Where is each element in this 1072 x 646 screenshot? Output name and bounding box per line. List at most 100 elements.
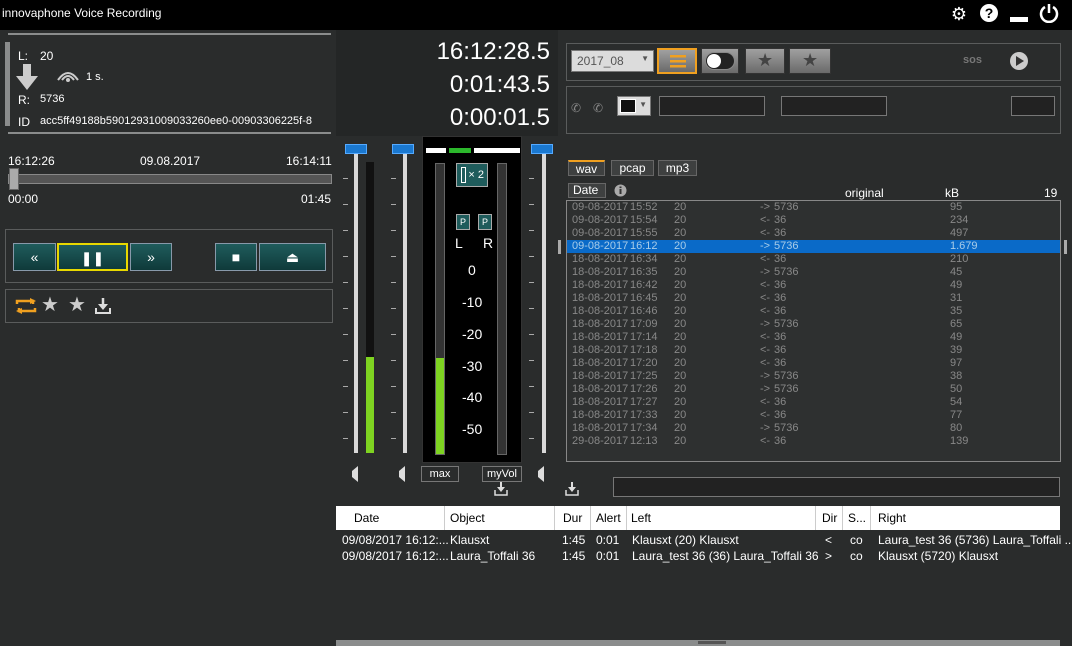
note-input[interactable] <box>613 477 1060 497</box>
list-item[interactable]: 09-08-2017 15:52 20 -> 5736 95 <box>567 201 1060 214</box>
play-circle-icon[interactable] <box>1009 51 1029 74</box>
col-dir[interactable]: Dir <box>822 511 837 525</box>
col-alert[interactable]: Alert <box>596 511 621 525</box>
list-item[interactable]: 18-08-2017 17:25 20 -> 5736 38 <box>567 370 1060 383</box>
repeat-icon[interactable] <box>15 297 37 320</box>
fader-knob[interactable] <box>345 144 367 154</box>
power-icon[interactable] <box>1038 3 1060 25</box>
fader-knob[interactable] <box>392 144 414 154</box>
search-input[interactable] <box>659 96 765 116</box>
fader-tick <box>343 282 348 283</box>
myvol-button[interactable]: myVol <box>482 466 522 482</box>
col-date[interactable]: Date <box>354 511 379 525</box>
col-right[interactable]: Right <box>878 511 906 525</box>
help-icon[interactable]: ? <box>978 3 1000 25</box>
list-item[interactable]: 18-08-2017 17:27 20 <- 36 54 <box>567 396 1060 409</box>
fader-track[interactable] <box>542 148 546 453</box>
month-select[interactable]: 2017_08 ▼ <box>571 50 654 72</box>
col-object[interactable]: Object <box>450 511 485 525</box>
list-item[interactable]: 09-08-2017 15:55 20 <- 36 497 <box>567 227 1060 240</box>
fader-knob[interactable] <box>531 144 553 154</box>
star-outline-icon[interactable]: ★ <box>68 294 86 316</box>
col-s[interactable]: S... <box>848 511 866 525</box>
list-item[interactable]: 18-08-2017 17:20 20 <- 36 97 <box>567 357 1060 370</box>
col-left[interactable]: Left <box>631 511 651 525</box>
fader-tick <box>391 412 396 413</box>
max-button[interactable]: max <box>421 466 459 482</box>
table-cell-right: Laura_test 36 (5736) Laura_Toffali ... <box>878 533 1072 547</box>
fader-tick <box>343 230 348 231</box>
phone-filter-icon[interactable]: ✆ <box>593 101 603 115</box>
search-input[interactable] <box>1011 96 1055 116</box>
list-item[interactable]: 18-08-2017 17:18 20 <- 36 39 <box>567 344 1060 357</box>
phone-filter-icon[interactable]: ✆ <box>571 101 581 115</box>
tab-pcap[interactable]: pcap <box>611 160 654 176</box>
search-input[interactable] <box>781 96 887 116</box>
scrollbar-grip[interactable] <box>698 641 726 644</box>
list-item[interactable]: 18-08-2017 16:46 20 <- 36 35 <box>567 305 1060 318</box>
p-button-left[interactable]: P <box>456 214 470 230</box>
info-icon[interactable] <box>614 184 627 200</box>
forward-button[interactable]: » <box>130 243 172 271</box>
list-item[interactable]: 18-08-2017 17:26 20 -> 5736 50 <box>567 383 1060 396</box>
seek-bar[interactable] <box>8 174 332 184</box>
download-icon[interactable] <box>494 482 508 499</box>
color-select[interactable]: ▼ <box>617 96 651 116</box>
speaker-icon[interactable] <box>536 466 546 485</box>
list-cell-date: 18-08-2017 <box>572 279 629 291</box>
table-row[interactable]: 09/08/2017 16:12:... Klausxt 1:45 0:01 Klaus… <box>336 533 1072 549</box>
list-cell-date: 18-08-2017 <box>572 292 629 304</box>
list-cell-peer: 36 <box>774 305 787 317</box>
list-item[interactable]: 18-08-2017 16:35 20 -> 5736 45 <box>567 266 1060 279</box>
eject-button[interactable]: ⏏ <box>259 243 326 271</box>
seek-thumb[interactable] <box>9 168 19 190</box>
splitter-grip[interactable] <box>558 240 561 254</box>
left-label: L: <box>18 49 29 63</box>
date-sort-button[interactable]: Date <box>568 183 606 198</box>
download-icon[interactable] <box>94 297 112 320</box>
fader-tick <box>529 282 534 283</box>
list-view-button[interactable] <box>657 48 697 74</box>
list-item[interactable]: 18-08-2017 16:45 20 <- 36 31 <box>567 292 1060 305</box>
list-item[interactable]: 18-08-2017 17:34 20 -> 5736 80 <box>567 422 1060 435</box>
list-item[interactable]: 09-08-2017 15:54 20 <- 36 234 <box>567 214 1060 227</box>
list-item[interactable]: 18-08-2017 16:34 20 <- 36 210 <box>567 253 1060 266</box>
speaker-icon[interactable] <box>397 466 407 485</box>
list-item[interactable]: 29-08-2017 12:13 20 <- 36 139 <box>567 435 1060 448</box>
list-cell-peer: 36 <box>774 344 787 356</box>
splitter-grip[interactable] <box>1064 240 1067 254</box>
zoom-button[interactable]: × 2 <box>456 163 488 187</box>
fader-track[interactable] <box>354 148 358 453</box>
list-item[interactable]: 18-08-2017 17:09 20 -> 5736 65 <box>567 318 1060 331</box>
toggle-button[interactable] <box>701 48 739 74</box>
recording-list[interactable]: 09-08-2017 15:52 20 -> 5736 95 09-08-2017 15:54… <box>566 200 1061 462</box>
table-cell-s: co <box>850 549 863 563</box>
table-row[interactable]: 09/08/2017 16:12:... Laura_Toffali 36 1:45… <box>336 549 1060 565</box>
list-cell-num: 20 <box>674 331 687 343</box>
list-item[interactable]: 18-08-2017 16:42 20 <- 36 49 <box>567 279 1060 292</box>
star-filter-button[interactable]: ★ <box>745 48 785 74</box>
download-icon[interactable] <box>565 482 579 499</box>
stop-button[interactable]: ■ <box>215 243 257 271</box>
tab-mp3[interactable]: mp3 <box>658 160 697 176</box>
table-scrollbar[interactable] <box>336 640 1060 646</box>
scale-label: -20 <box>462 326 483 342</box>
list-cell-date: 18-08-2017 <box>572 409 629 421</box>
list-cell-num: 20 <box>674 396 687 408</box>
star-icon[interactable]: ★ <box>41 294 59 316</box>
minimize-icon[interactable] <box>1008 3 1030 25</box>
pinned-filter-button[interactable]: ★ <box>789 48 831 74</box>
fader-tick <box>391 360 396 361</box>
gear-icon[interactable]: ⚙ <box>948 3 970 25</box>
list-item[interactable]: 18-08-2017 17:14 20 <- 36 49 <box>567 331 1060 344</box>
speaker-icon[interactable] <box>350 466 360 485</box>
list-cell-dir: <- <box>760 409 771 421</box>
list-item[interactable]: 09-08-2017 16:12 20 -> 5736 1.679 <box>567 240 1060 253</box>
list-item[interactable]: 18-08-2017 17:33 20 <- 36 77 <box>567 409 1060 422</box>
tab-wav[interactable]: wav <box>568 160 605 176</box>
pause-button[interactable]: ❚❚ <box>57 243 128 271</box>
rewind-button[interactable]: « <box>13 243 56 271</box>
fader-track[interactable] <box>403 148 407 453</box>
col-dur[interactable]: Dur <box>563 511 582 525</box>
p-button-right[interactable]: P <box>478 214 492 230</box>
